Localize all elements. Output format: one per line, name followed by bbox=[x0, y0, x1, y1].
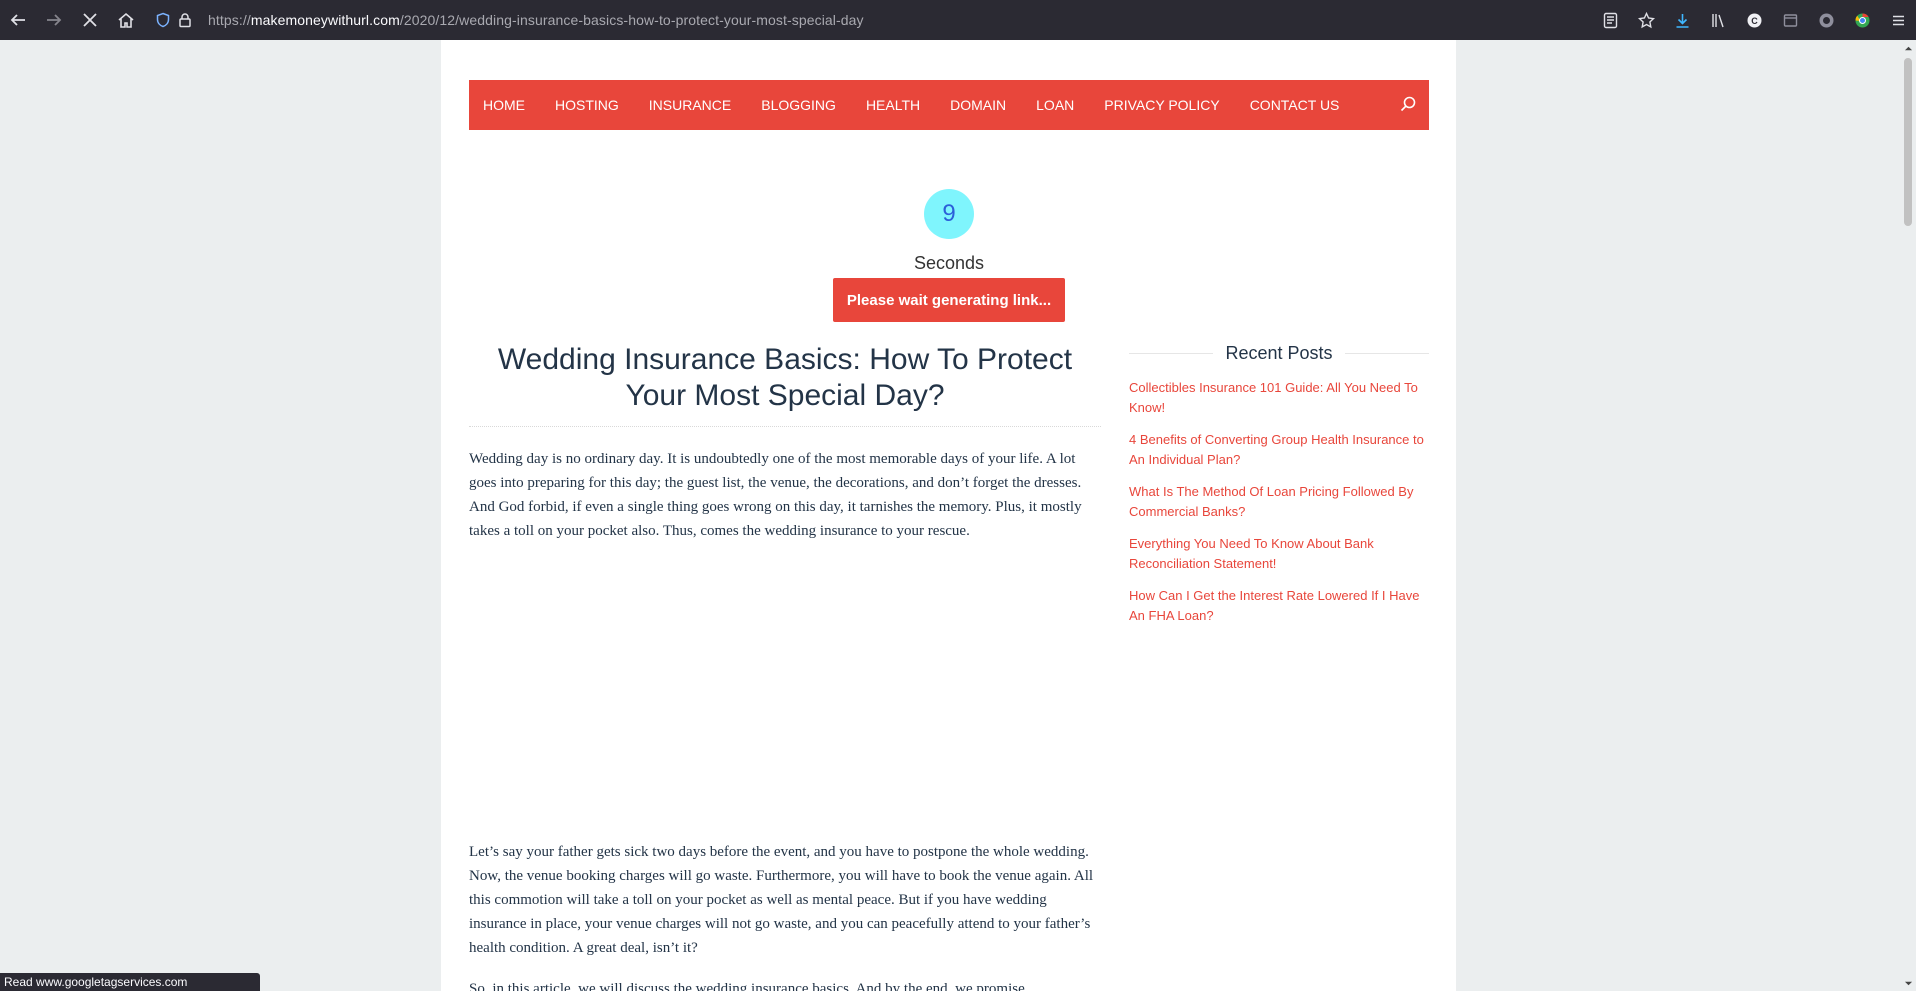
url-prefix: https:// bbox=[208, 12, 251, 28]
reader-view-icon bbox=[1603, 12, 1617, 28]
nav-item-home[interactable]: HOME bbox=[483, 97, 525, 113]
post-paragraph: Wedding day is no ordinary day. It is un… bbox=[469, 451, 1082, 539]
recent-post-link[interactable]: 4 Benefits of Converting Group Health In… bbox=[1129, 430, 1429, 470]
post-paragraph: So, in this article, we will discuss the… bbox=[469, 981, 1029, 991]
svg-text:C: C bbox=[1751, 16, 1758, 26]
library-button[interactable] bbox=[1700, 0, 1736, 40]
countdown-timer: 9 bbox=[924, 189, 974, 239]
forward-button[interactable] bbox=[36, 0, 72, 40]
url-host: makemoneywithurl.com bbox=[250, 12, 400, 28]
close-icon bbox=[83, 13, 97, 27]
nav-item-loan[interactable]: LOAN bbox=[1036, 97, 1074, 113]
nav-item-privacy-policy[interactable]: PRIVACY POLICY bbox=[1104, 97, 1219, 113]
recent-posts-list: Collectibles Insurance 101 Guide: All Yo… bbox=[1129, 378, 1429, 626]
status-bar: Read www.googletagservices.com bbox=[0, 973, 260, 991]
post-title: Wedding Insurance Basics: How To Protect… bbox=[497, 343, 1073, 412]
menu-button[interactable] bbox=[1880, 0, 1916, 40]
scrollbar-thumb[interactable] bbox=[1904, 58, 1912, 226]
stop-button[interactable] bbox=[72, 0, 108, 40]
tracking-protection-shield-icon[interactable] bbox=[152, 12, 174, 28]
bookmark-star-button[interactable] bbox=[1628, 0, 1664, 40]
page-content: HOME HOSTING INSURANCE BLOGGING HEALTH D… bbox=[441, 40, 1456, 991]
nav-item-health[interactable]: HEALTH bbox=[866, 97, 920, 113]
hamburger-menu-icon bbox=[1892, 15, 1904, 25]
back-button[interactable] bbox=[0, 0, 36, 40]
scroll-up-arrow-icon[interactable] bbox=[1900, 40, 1916, 56]
search-button[interactable] bbox=[1399, 95, 1417, 118]
recent-post-link[interactable]: What Is The Method Of Loan Pricing Follo… bbox=[1129, 482, 1429, 522]
toolbar-right-icons: C bbox=[1592, 0, 1916, 40]
home-button[interactable] bbox=[108, 0, 144, 40]
window-icon bbox=[1783, 13, 1797, 27]
search-icon bbox=[1400, 96, 1416, 112]
post-paragraph: Let’s say your father gets sick two days… bbox=[469, 844, 1094, 956]
extension-chrome-button[interactable] bbox=[1844, 0, 1880, 40]
title-divider bbox=[469, 426, 1101, 427]
star-icon bbox=[1637, 11, 1655, 28]
extension-window-button[interactable] bbox=[1772, 0, 1808, 40]
nav-item-contact-us[interactable]: CONTACT US bbox=[1250, 97, 1340, 113]
extension-c-button[interactable]: C bbox=[1736, 0, 1772, 40]
reader-view-button[interactable] bbox=[1592, 0, 1628, 40]
arrow-left-icon bbox=[10, 14, 25, 26]
lock-icon[interactable] bbox=[174, 12, 196, 28]
recent-post-link[interactable]: How Can I Get the Interest Rate Lowered … bbox=[1129, 586, 1429, 626]
url-text[interactable]: https://makemoneywithurl.com/2020/12/wed… bbox=[208, 12, 864, 28]
nav-item-insurance[interactable]: INSURANCE bbox=[649, 97, 731, 113]
extension-c-icon: C bbox=[1747, 13, 1761, 27]
home-icon bbox=[118, 12, 134, 28]
chrome-icon bbox=[1855, 12, 1869, 27]
page-scrollbar[interactable] bbox=[1900, 40, 1916, 991]
library-icon bbox=[1711, 13, 1724, 27]
nav-item-blogging[interactable]: BLOGGING bbox=[761, 97, 836, 113]
extension-shield-button[interactable] bbox=[1808, 0, 1844, 40]
recent-post-link[interactable]: Everything You Need To Know About Bank R… bbox=[1129, 534, 1429, 574]
countdown-label: Seconds bbox=[913, 253, 985, 273]
arrow-right-icon bbox=[47, 14, 62, 26]
sidebar: Recent Posts Collectibles Insurance 101 … bbox=[1129, 340, 1429, 638]
shield-extension-icon bbox=[1819, 13, 1833, 27]
browser-toolbar: https://makemoneywithurl.com/2020/12/wed… bbox=[0, 0, 1916, 40]
recent-posts-header: Recent Posts bbox=[1129, 340, 1429, 366]
recent-post-link[interactable]: Collectibles Insurance 101 Guide: All Yo… bbox=[1129, 378, 1429, 418]
generate-link-button[interactable]: Please wait generating link... bbox=[833, 278, 1065, 322]
address-bar[interactable]: https://makemoneywithurl.com/2020/12/wed… bbox=[152, 5, 1592, 35]
main-navigation: HOME HOSTING INSURANCE BLOGGING HEALTH D… bbox=[469, 80, 1429, 130]
downloads-button[interactable] bbox=[1664, 0, 1700, 40]
nav-item-domain[interactable]: DOMAIN bbox=[950, 97, 1006, 113]
nav-item-hosting[interactable]: HOSTING bbox=[555, 97, 619, 113]
download-icon bbox=[1676, 13, 1688, 28]
scroll-down-arrow-icon[interactable] bbox=[1900, 975, 1916, 991]
recent-posts-title: Recent Posts bbox=[1213, 342, 1345, 364]
url-path: /2020/12/wedding-insurance-basics-how-to… bbox=[399, 12, 864, 28]
